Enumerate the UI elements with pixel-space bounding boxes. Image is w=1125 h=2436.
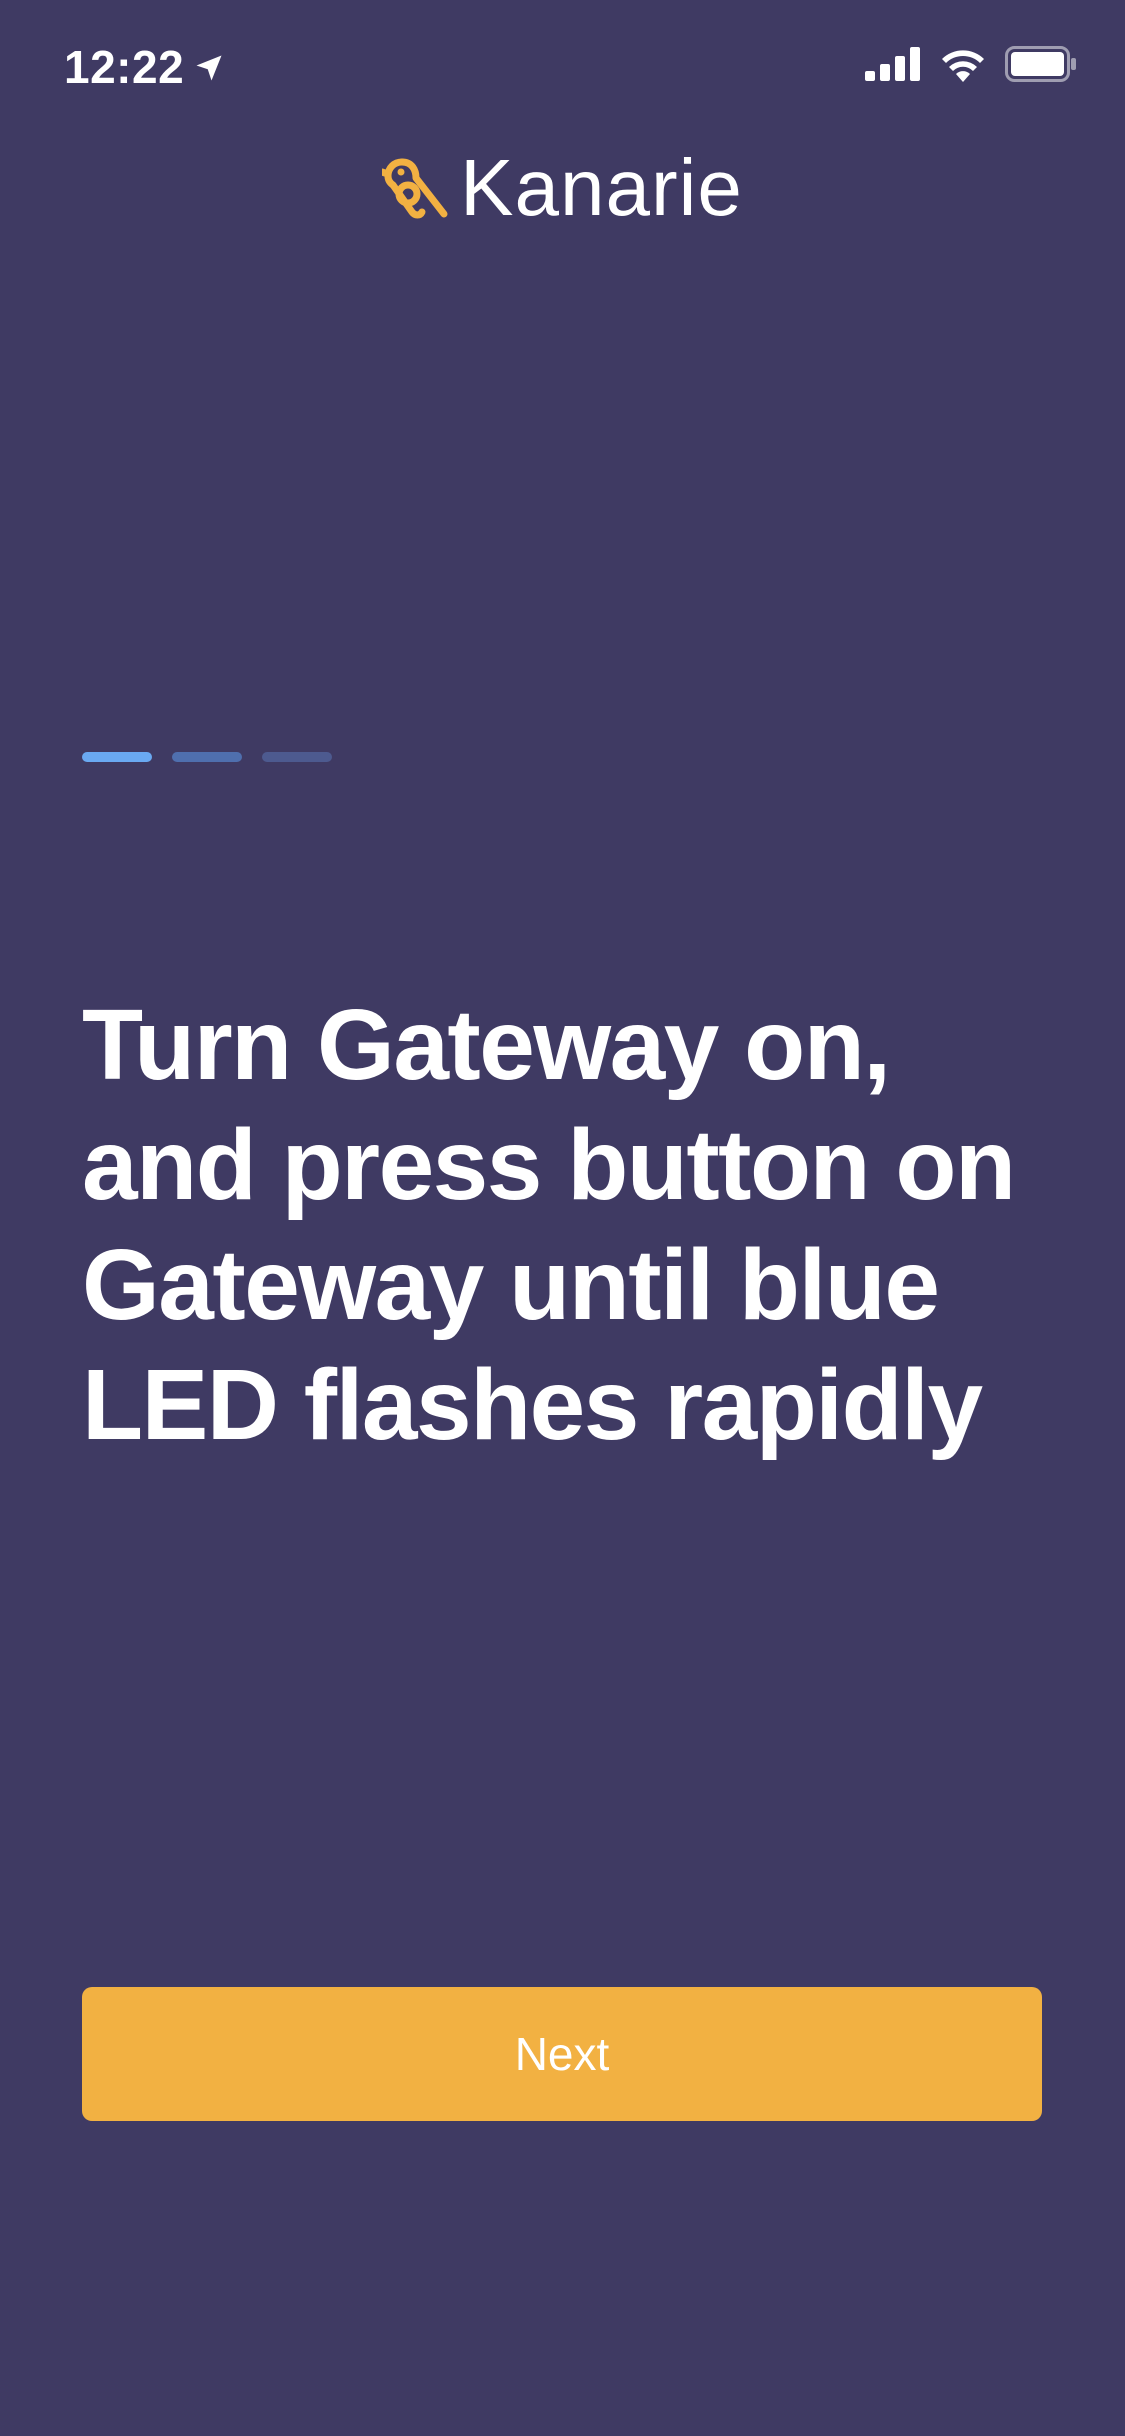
brand-logo: Kanarie [0, 148, 1125, 228]
status-icons [865, 46, 1077, 87]
cellular-signal-icon [865, 47, 921, 86]
next-button[interactable]: Next [82, 1987, 1042, 2121]
brand-name: Kanarie [460, 143, 743, 232]
status-time-text: 12:22 [64, 41, 185, 93]
instruction-heading: Turn Gateway on, and press button on Gat… [82, 989, 1016, 1461]
status-bar: 12:22 [0, 0, 1125, 140]
next-button-label: Next [514, 2028, 610, 2080]
location-arrow-icon [194, 40, 224, 94]
page-indicator-dash-1 [82, 752, 152, 762]
page-indicator-dash-2 [172, 752, 242, 762]
bird-logo-icon [378, 150, 456, 227]
wifi-icon [939, 46, 987, 87]
battery-icon [1005, 46, 1077, 87]
page-indicator [82, 752, 332, 762]
status-time: 12:22 [64, 40, 224, 94]
page-indicator-dash-3 [262, 752, 332, 762]
